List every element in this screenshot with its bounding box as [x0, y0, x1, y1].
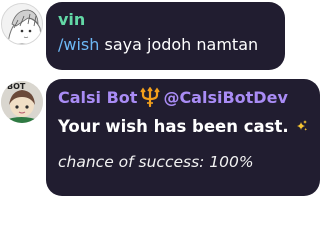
sender-handle[interactable]: @CalsiBotDev [163, 88, 287, 107]
message-text: /wish saya jodoh namtan [58, 35, 273, 54]
anime-avatar-image [2, 4, 42, 44]
bot-badge: BOT [7, 82, 26, 91]
embed-title: Your wish has been cast. [58, 116, 308, 136]
sender-name[interactable]: vin [58, 10, 273, 29]
command-text[interactable]: /wish [58, 35, 99, 54]
message-bubble: Calsi Bot @CalsiBotDev Your wish has bee… [46, 79, 320, 196]
message-body: saya jodoh namtan [99, 35, 259, 54]
trident-icon [140, 87, 161, 107]
embed-title-text: Your wish has been cast. [58, 116, 289, 136]
user-avatar-vin[interactable] [1, 3, 43, 45]
sparkles-icon [296, 119, 307, 131]
message-bubble: vin /wish saya jodoh namtan [46, 2, 285, 70]
sender-name[interactable]: Calsi Bot [58, 88, 137, 107]
bot-avatar[interactable]: BOT [1, 81, 43, 123]
embed-footer-text: chance of success: 100% [58, 153, 254, 171]
sender-line: Calsi Bot @CalsiBotDev [58, 87, 308, 107]
